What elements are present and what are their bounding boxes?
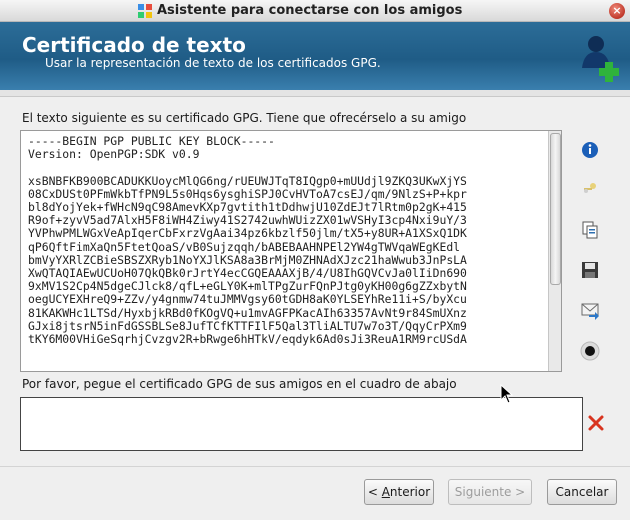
scrollbar-thumb[interactable] bbox=[550, 133, 561, 285]
page-title: Certificado de texto bbox=[22, 33, 246, 57]
certificate-label: El texto siguiente es su certificado GPG… bbox=[22, 111, 467, 125]
record-icon[interactable] bbox=[580, 341, 600, 361]
back-button-label: nterior bbox=[389, 485, 431, 499]
clear-icon[interactable] bbox=[587, 414, 605, 432]
save-icon[interactable] bbox=[580, 260, 600, 280]
cancel-button[interactable]: Cancelar bbox=[547, 479, 617, 505]
certificate-text[interactable]: -----BEGIN PGP PUBLIC KEY BLOCK----- Vers… bbox=[28, 134, 548, 347]
certificate-line: tKY6M00VHiGeSqrhjCvzgv2R+bRwge6hHTkV/eqd… bbox=[28, 332, 467, 347]
back-button-mnemonic: A bbox=[381, 485, 390, 499]
paste-label: Por favor, pegue el certificado GPG de s… bbox=[22, 377, 457, 391]
back-button-arrow: < bbox=[367, 485, 382, 499]
copy-icon[interactable] bbox=[580, 220, 600, 240]
certificate-scrollbar[interactable] bbox=[548, 131, 561, 371]
certificate-line: oegUCYEXHreQ9+ZZv/y4gnmw74tuJMMVgsy60tGD… bbox=[28, 292, 467, 307]
certificate-line: xsBNBFKB900BCADUKKUoycMlQG6ng/rUEUWJTqT8… bbox=[28, 173, 467, 188]
next-button[interactable]: Siguiente > bbox=[448, 479, 532, 505]
mouse-pointer-icon bbox=[500, 384, 514, 404]
close-window-button[interactable]: × bbox=[609, 3, 625, 19]
user-add-icon bbox=[582, 36, 619, 82]
certificate-textview[interactable]: -----BEGIN PGP PUBLIC KEY BLOCK----- Vers… bbox=[20, 130, 562, 372]
window-title: Asistente para conectarse con los amigos bbox=[157, 3, 463, 18]
header-separator bbox=[0, 90, 630, 97]
certificate-line bbox=[28, 161, 548, 174]
page-subtitle: Usar la representación de texto de los c… bbox=[45, 56, 381, 70]
certificate-line: Version: OpenPGP:SDK v0.9 bbox=[28, 147, 200, 162]
puzzle-icon bbox=[138, 4, 152, 18]
footer-separator bbox=[0, 466, 630, 467]
email-icon[interactable] bbox=[580, 300, 600, 320]
certificate-line: qP6QftFimXaQn5FtetQoaS/vB0Sujzqqh/bABEBA… bbox=[28, 239, 461, 254]
friend-certificate-input[interactable] bbox=[20, 397, 583, 451]
wizard-header: Certificado de texto Usar la representac… bbox=[0, 22, 630, 90]
key-icon[interactable] bbox=[580, 179, 600, 199]
window-titlebar: Asistente para conectarse con los amigos… bbox=[0, 0, 630, 22]
certificate-line: 81KAKWHc1LTSd/HyxbjkRBd0fKOgVQ+u1mvAGFPK… bbox=[28, 305, 467, 320]
back-button[interactable]: < Anterior bbox=[364, 479, 434, 505]
certificate-line: YVPhwPMLWGxVeApIqerCbFxrzVgAai34pz6kbzlf… bbox=[28, 226, 467, 241]
info-icon[interactable] bbox=[580, 140, 600, 160]
close-icon: × bbox=[612, 4, 622, 17]
